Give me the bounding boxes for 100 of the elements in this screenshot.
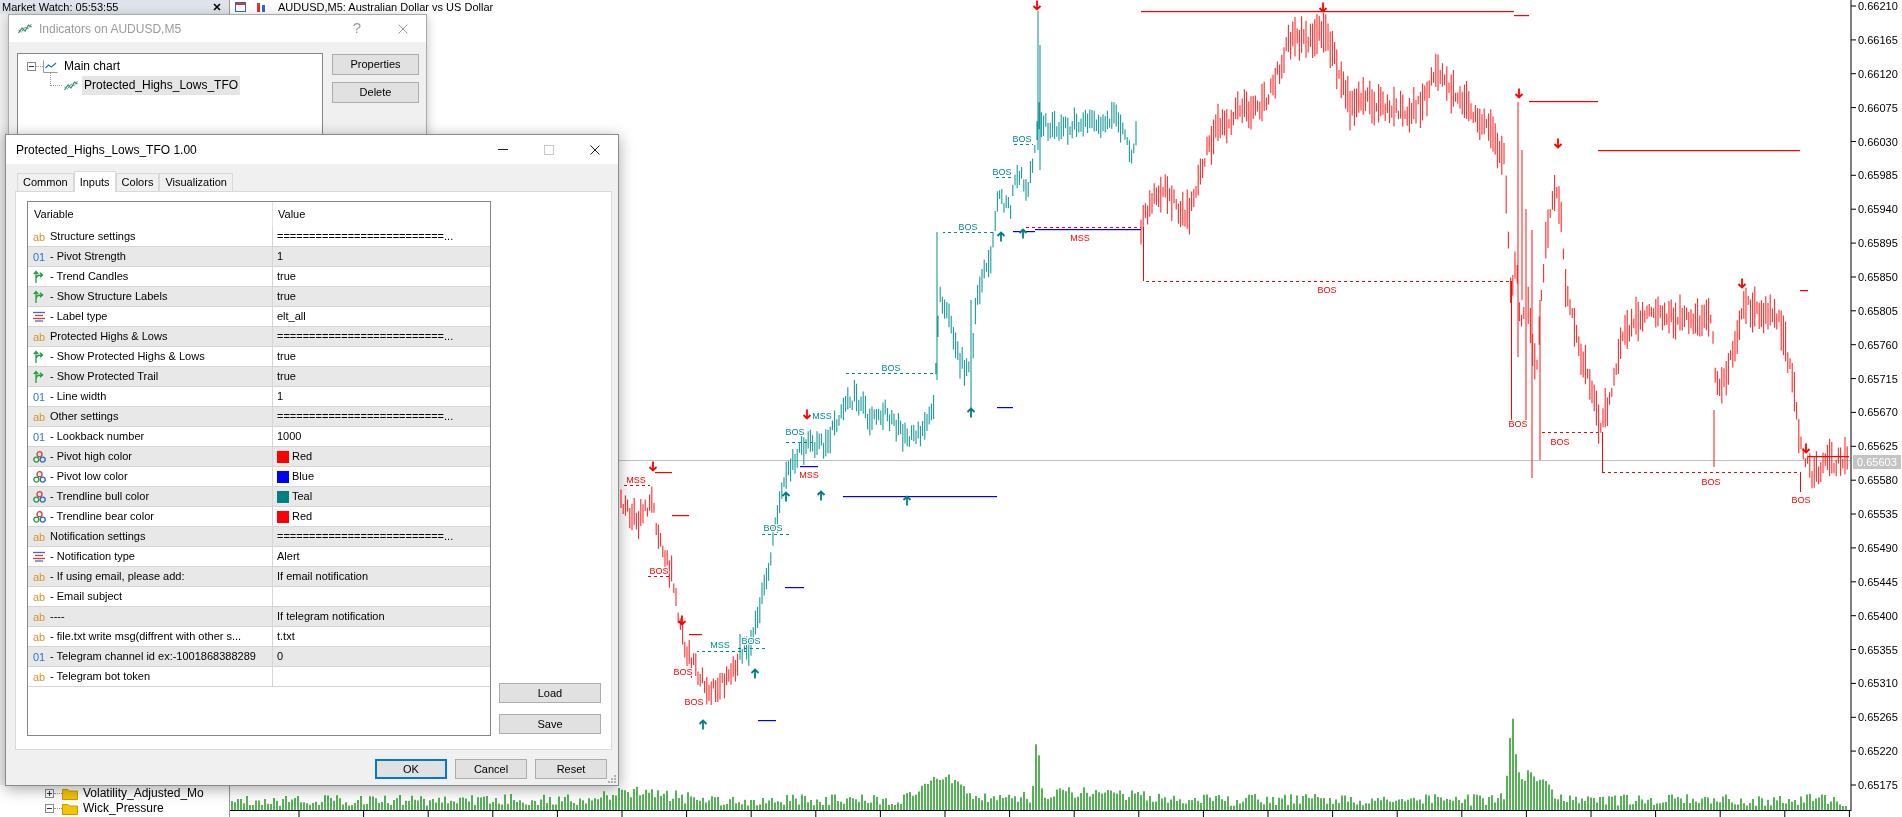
structure-label: BOS [1012, 133, 1032, 144]
tab[interactable]: Visualization [159, 173, 233, 191]
minus-box-icon[interactable] [27, 62, 36, 71]
table-row[interactable]: ab - Telegram bot token [28, 667, 490, 687]
structure-break-line [1541, 432, 1598, 433]
tab[interactable]: Colors [115, 173, 160, 191]
table-row[interactable]: 01 - Line width 1 [28, 387, 490, 407]
parameter-name: - Pivot low color [50, 469, 128, 485]
level-connector-line [1143, 227, 1144, 281]
branch-arrow-icon [33, 270, 44, 283]
price-label: 0.65940 [1858, 203, 1898, 216]
tab[interactable]: Inputs [73, 171, 116, 192]
price-label: 0.65805 [1858, 304, 1898, 317]
table-row[interactable]: - Pivot high color Red [28, 447, 490, 467]
table-row[interactable]: ab - If using email, please add: If email notification [28, 567, 490, 587]
branch-arrow-icon [33, 370, 44, 383]
table-row[interactable]: - Label type elt_all [28, 307, 490, 327]
dialog-button[interactable]: OK [375, 759, 447, 779]
tree-item[interactable]: Protected_Highs_Lows_TFO [82, 76, 241, 95]
table-row[interactable]: - Show Structure Labels true [28, 287, 490, 307]
parameter-value: Teal [292, 489, 313, 505]
dialog-button[interactable]: Save [499, 714, 601, 734]
table-row[interactable]: ab Notification settings ==========================... [28, 527, 490, 547]
table-row[interactable]: - Trend Candles true [28, 267, 490, 287]
plus-box-icon[interactable] [45, 789, 54, 798]
type-glyph: ab [33, 330, 46, 343]
down-arrow-icon [648, 460, 658, 472]
close-icon[interactable] [213, 3, 221, 11]
structure-label: BOS [785, 426, 805, 437]
down-arrow-icon [677, 614, 687, 626]
price-label: 0.66210 [1858, 0, 1898, 12]
price-label: 0.65985 [1858, 169, 1898, 182]
tree-item[interactable]: Wick_Pressure [83, 801, 164, 816]
protected-high-line [689, 634, 702, 636]
parameter-name: - If using email, please add: [50, 569, 185, 585]
structure-label: MSS [799, 469, 819, 480]
table-row[interactable]: 01 - Pivot Strength 1 [28, 247, 490, 267]
tree-item[interactable]: Main chart [64, 59, 121, 74]
parameter-name: - Show Protected Highs & Lows [50, 349, 205, 365]
protected-low-line [758, 720, 776, 722]
type-glyph: ab [33, 410, 46, 423]
close-icon [398, 23, 408, 34]
type-glyph: 01 [33, 250, 46, 263]
parameter-name: Notification settings [50, 529, 146, 545]
color-circles-icon [33, 490, 46, 503]
chart-title: AUDUSD,M5: Australian Dollar vs US Dollar [278, 1, 494, 13]
tab[interactable]: Common [17, 173, 74, 191]
table-row[interactable]: - Notification type Alert [28, 547, 490, 567]
table-row[interactable]: ab - file.txt write msg(diffrent with other s... t.txt [28, 627, 490, 647]
price-label: 0.65445 [1858, 575, 1898, 588]
table-row[interactable]: - Show Protected Highs & Lows true [28, 347, 490, 367]
bar-chart-icon[interactable] [257, 3, 265, 12]
dialog-button[interactable]: Properties [332, 54, 419, 75]
parameter-name: - Trendline bear color [50, 509, 154, 525]
table-row[interactable]: ab Protected Highs & Lows ==========================... [28, 327, 490, 347]
parameter-value: true [277, 349, 296, 365]
table-row[interactable]: ab - Email subject [28, 587, 490, 607]
dialog-button[interactable]: Delete [332, 82, 419, 103]
parameter-name: ---- [50, 609, 65, 625]
structure-break-line [621, 485, 650, 486]
dialog-button[interactable]: Reset [535, 759, 607, 779]
table-row[interactable]: 01 - Telegram channel id ex:-1001868388289 0 [28, 647, 490, 667]
price-label: 0.65490 [1858, 541, 1898, 554]
parameter-value: ==========================... [277, 329, 454, 345]
parameter-name: - Label type [50, 309, 108, 325]
color-circles-icon [33, 470, 46, 483]
down-arrow-icon [1032, 0, 1042, 11]
structure-label: MSS [626, 474, 646, 485]
protected-high-line [1800, 290, 1808, 292]
table-row[interactable]: 01 - Lookback number 1000 [28, 427, 490, 447]
protected-high-line [1514, 15, 1529, 17]
structure-label: BOS [992, 166, 1012, 177]
column-header: Value [278, 207, 306, 223]
parameter-name: Structure settings [50, 229, 136, 245]
table-row[interactable]: ab Structure settings ==========================... [28, 227, 490, 247]
dialog-button[interactable]: Cancel [455, 759, 527, 779]
up-arrow-icon [781, 491, 791, 503]
tree-item[interactable]: Volatility_Adjusted_Mo [83, 786, 204, 801]
down-arrow-icon [1553, 137, 1563, 149]
chart-window-icon[interactable] [235, 2, 246, 12]
table-row[interactable]: - Show Protected Trail true [28, 367, 490, 387]
table-row[interactable]: - Trendline bull color Teal [28, 487, 490, 507]
structure-label: BOS [1550, 436, 1570, 447]
table-row[interactable]: - Trendline bear color Red [28, 507, 490, 527]
minus-box-icon[interactable] [45, 804, 54, 813]
structure-break-line [995, 177, 1011, 178]
down-arrow-icon [1514, 87, 1524, 99]
price-label: 0.65895 [1858, 237, 1898, 250]
table-row[interactable]: ab ---- If telegram notification [28, 607, 490, 627]
price-label: 0.66120 [1858, 67, 1898, 80]
price-label: 0.65670 [1858, 406, 1898, 419]
column-header: Variable [34, 207, 74, 223]
up-arrow-icon [902, 495, 912, 507]
dialog-button[interactable]: Load [499, 683, 601, 703]
type-glyph: 01 [33, 390, 46, 403]
type-glyph: ab [33, 630, 46, 643]
table-row[interactable]: - Pivot low color Blue [28, 467, 490, 487]
table-row[interactable]: ab Other settings ==========================... [28, 407, 490, 427]
type-glyph: ab [33, 670, 46, 683]
color-circles-icon [33, 450, 46, 463]
